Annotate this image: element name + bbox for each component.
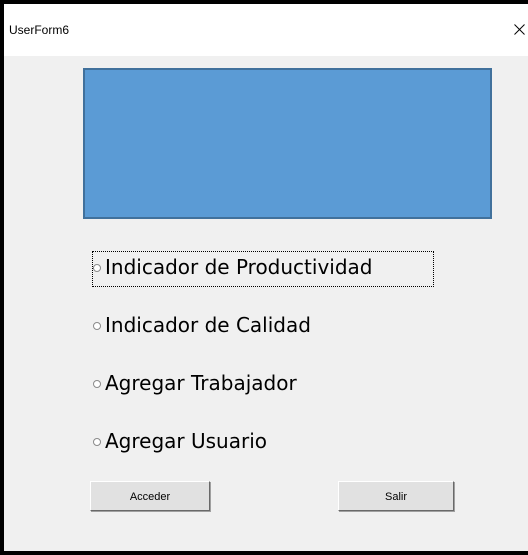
close-icon [514,24,525,35]
acceder-button[interactable]: Acceder [90,481,210,511]
radio-label: Agregar Usuario [105,429,268,453]
header-banner-image [83,68,492,219]
radio-agregar-trabajador[interactable]: Agregar Trabajador [93,368,363,402]
userform-window: UserForm6 Indicador de Productividad Ind… [4,4,528,551]
radio-unchecked-icon [93,322,101,330]
window-title: UserForm6 [9,23,70,37]
radio-unchecked-icon [93,380,101,388]
radio-agregar-usuario[interactable]: Agregar Usuario [93,426,343,460]
close-button[interactable] [510,20,528,42]
radio-unchecked-icon [93,264,101,272]
radio-label: Indicador de Calidad [105,313,311,337]
salir-button[interactable]: Salir [338,481,454,511]
radio-indicador-calidad[interactable]: Indicador de Calidad [93,310,363,344]
title-bar[interactable]: UserForm6 [4,4,528,56]
radio-label: Agregar Trabajador [105,371,297,395]
radio-unchecked-icon [93,438,101,446]
radio-label: Indicador de Productividad [105,255,373,279]
radio-indicador-productividad[interactable]: Indicador de Productividad [92,251,434,287]
